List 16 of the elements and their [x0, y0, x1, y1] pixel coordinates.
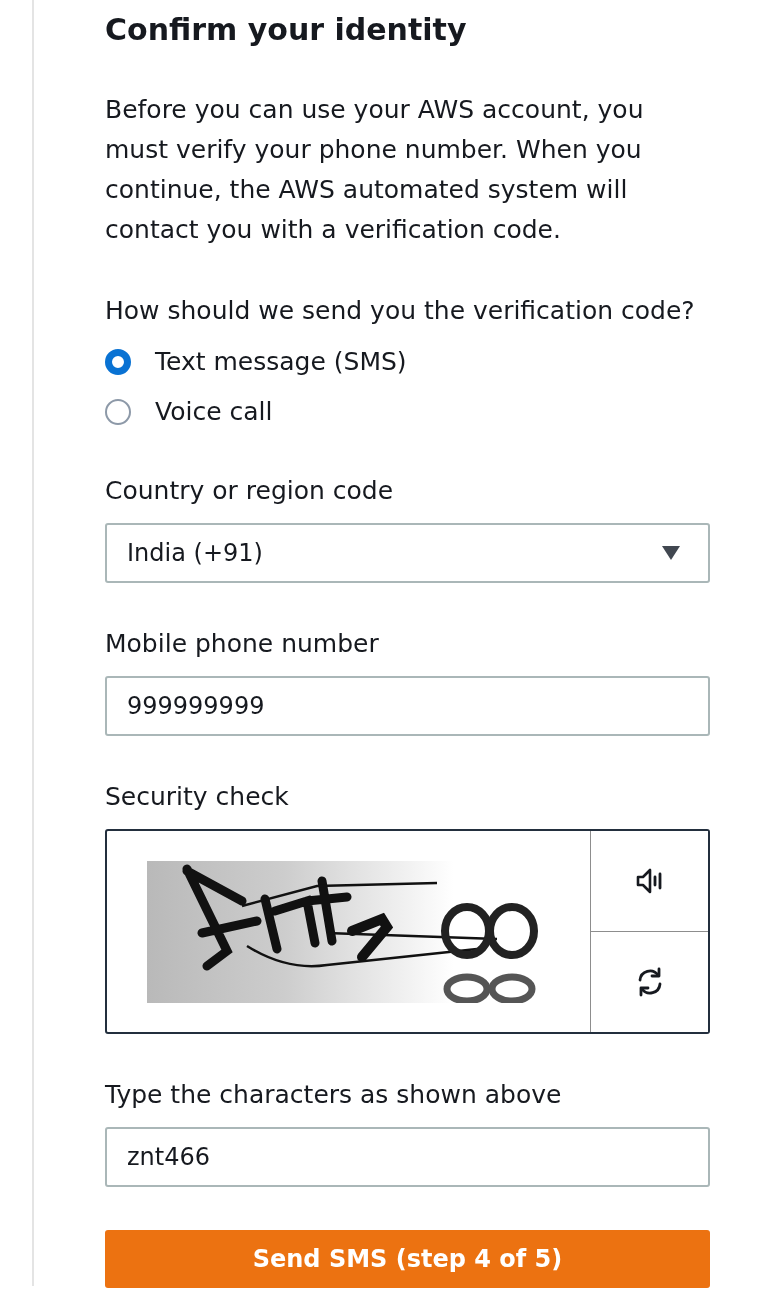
radio-button[interactable]	[105, 399, 131, 425]
captcha-input[interactable]: znt466	[105, 1127, 710, 1187]
refresh-button[interactable]	[591, 931, 708, 1032]
field-label: Security check	[105, 781, 289, 813]
intro-paragraph: Before you can use your AWS account, you must verify your phone number. When you continue, the AWS automated system will contact you with a verification code.	[105, 94, 645, 246]
field-label: Type the characters as shown above	[105, 1079, 562, 1111]
field-label: Mobile phone number	[105, 628, 379, 660]
country-select[interactable]: India (+91)	[105, 523, 710, 583]
option-label: Voice call	[155, 396, 273, 428]
phone-input[interactable]: 999999999	[105, 676, 710, 736]
field-label: Country or region code	[105, 475, 394, 507]
question-label: How should we send you the verification code?	[105, 295, 695, 327]
page-title: Confirm your identity	[105, 12, 467, 48]
radio-button[interactable]	[105, 349, 131, 375]
caret-icon	[662, 546, 680, 560]
option-label: Text message (SMS)	[155, 346, 407, 378]
